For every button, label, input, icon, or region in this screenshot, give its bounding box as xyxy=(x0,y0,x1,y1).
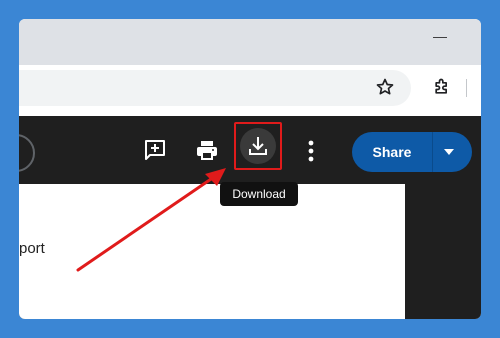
share-button-label: Share xyxy=(372,144,412,160)
chevron-down-icon[interactable] xyxy=(444,149,454,155)
download-tooltip: Download xyxy=(220,182,298,206)
docs-toolbar: Share xyxy=(19,116,481,184)
document-page[interactable]: port xyxy=(19,184,405,319)
browser-window: — Share port xyxy=(19,19,481,319)
extension-icon[interactable] xyxy=(432,77,452,97)
document-text: port xyxy=(19,240,45,257)
title-bar: — xyxy=(19,19,481,65)
print-icon[interactable] xyxy=(195,138,219,162)
star-icon[interactable] xyxy=(375,77,395,97)
address-bar[interactable] xyxy=(19,70,411,106)
download-button[interactable] xyxy=(234,122,282,170)
avatar[interactable] xyxy=(19,134,35,172)
share-button[interactable]: Share xyxy=(352,132,472,172)
comment-icon[interactable] xyxy=(143,138,167,162)
more-icon[interactable] xyxy=(307,140,315,162)
browser-toolbar xyxy=(19,65,481,111)
toolbar-separator xyxy=(466,79,467,97)
minimize-icon[interactable]: — xyxy=(433,29,447,43)
share-divider xyxy=(432,132,433,172)
download-icon xyxy=(249,137,267,155)
